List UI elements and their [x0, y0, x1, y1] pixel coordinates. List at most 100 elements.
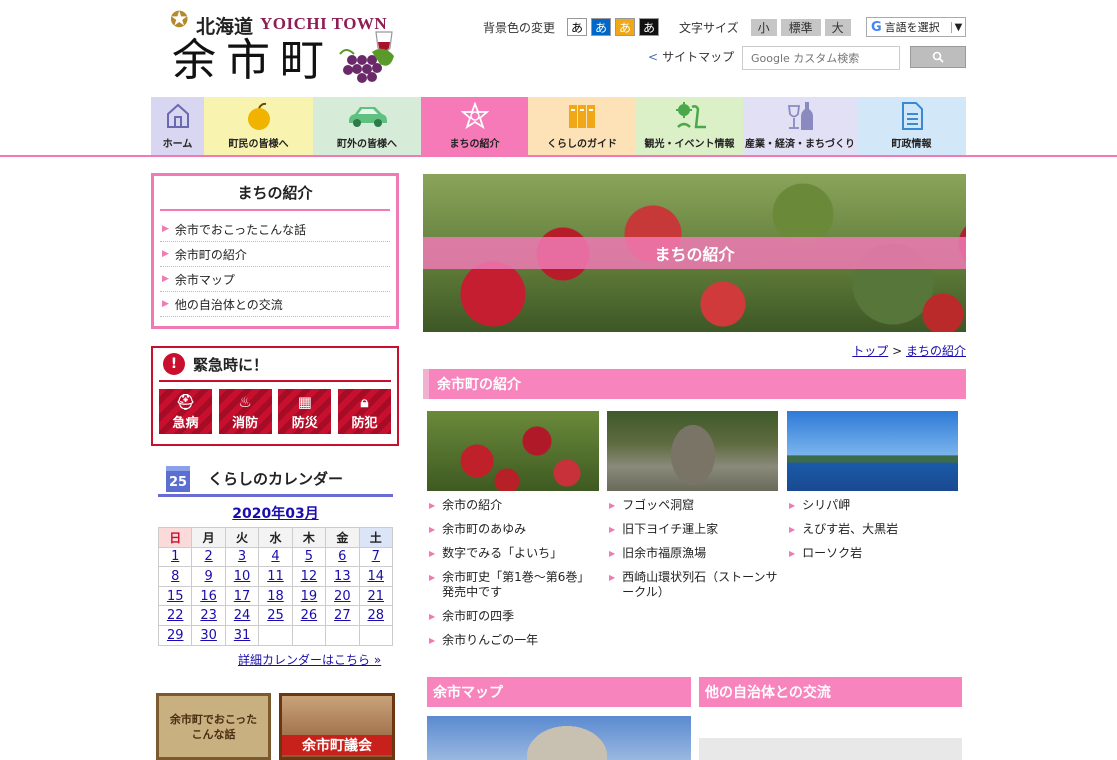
site-logo[interactable]: ✪ 北海道 YOICHI TOWN 余市町	[168, 8, 404, 88]
calendar-detail-link[interactable]: 詳細カレンダーはこちら »	[238, 651, 381, 668]
calendar-day[interactable]: 4	[258, 546, 293, 568]
cape-photo[interactable]	[787, 411, 958, 491]
calendar-day[interactable]: 20	[325, 585, 360, 607]
calendar-day-link[interactable]: 2	[204, 549, 212, 564]
emergency-disaster-button[interactable]: ▦ 防災	[278, 389, 332, 434]
intro-link[interactable]: ▶ ローソク岩	[789, 546, 959, 561]
calendar-day-link[interactable]: 16	[200, 589, 217, 604]
calendar-day[interactable]: 10	[224, 566, 260, 587]
calendar-day[interactable]: 6	[325, 546, 360, 568]
calendar-day-link[interactable]: 4	[271, 549, 279, 564]
calendar-day[interactable]: 23	[191, 605, 226, 626]
intro-link[interactable]: ▶ 西崎山環状列石（ストーンサークル）	[609, 570, 779, 600]
calendar-day-link[interactable]: 19	[301, 589, 318, 604]
calendar-day-link[interactable]: 15	[167, 589, 184, 604]
calendar-day[interactable]: 28	[358, 605, 394, 626]
calendar-day-link[interactable]: 30	[200, 628, 217, 643]
calendar-day-link[interactable]: 27	[334, 608, 351, 623]
search-button[interactable]	[910, 46, 966, 68]
bg-black-button[interactable]: あ	[639, 18, 660, 36]
calendar-day[interactable]: 14	[358, 566, 394, 587]
font-standard-button[interactable]: 標準	[780, 18, 821, 36]
calendar-day-link[interactable]: 5	[305, 549, 313, 564]
emergency-fire-button[interactable]: ♨ 消防	[218, 389, 272, 434]
calendar-day[interactable]: 16	[191, 585, 226, 607]
map-photo[interactable]	[427, 716, 691, 760]
calendar-day-link[interactable]: 1	[171, 549, 179, 564]
calendar-day[interactable]: 26	[291, 605, 327, 626]
calendar-day[interactable]: 21	[358, 585, 394, 607]
intro-link[interactable]: ▶ シリパ岬	[789, 498, 959, 513]
local-nav-item[interactable]: ▶ 他の自治体との交流	[160, 292, 390, 317]
calendar-day-link[interactable]: 12	[301, 569, 318, 584]
calendar-day[interactable]: 15	[157, 585, 193, 607]
local-nav-item[interactable]: ▶ 余市でおこったこんな話	[160, 217, 390, 242]
stone-photo[interactable]	[607, 411, 778, 491]
intro-link[interactable]: ▶ 旧下ヨイチ運上家	[609, 522, 779, 537]
calendar-day-link[interactable]: 3	[238, 549, 246, 564]
font-small-button[interactable]: 小	[750, 18, 777, 36]
calendar-day-link[interactable]: 17	[234, 589, 251, 604]
calendar-day-link[interactable]: 24	[234, 608, 251, 623]
calendar-day[interactable]: 7	[358, 546, 394, 568]
calendar-day-link[interactable]: 7	[372, 549, 380, 564]
nav-town-intro[interactable]: まちの紹介	[421, 97, 528, 155]
local-nav-item[interactable]: ▶ 余市町の紹介	[160, 242, 390, 267]
exchange-photo[interactable]	[699, 716, 962, 760]
bg-white-button[interactable]: あ	[567, 18, 588, 36]
calendar-day-link[interactable]: 10	[234, 569, 251, 584]
calendar-day[interactable]: 13	[325, 566, 360, 587]
calendar-day[interactable]: 12	[291, 566, 327, 587]
calendar-day[interactable]: 1	[157, 546, 193, 568]
calendar-day[interactable]: 29	[157, 624, 193, 646]
calendar-day[interactable]: 17	[224, 585, 260, 607]
calendar-day[interactable]: 25	[258, 605, 293, 626]
intro-link[interactable]: ▶ 余市りんごの一年	[429, 633, 599, 648]
calendar-day-link[interactable]: 31	[234, 628, 251, 643]
story-banner[interactable]: 余市町でおこった こんな話	[156, 693, 271, 760]
calendar-day[interactable]: 30	[191, 624, 226, 646]
calendar-day[interactable]: 31	[224, 624, 260, 646]
nav-industry[interactable]: 産業・経済・まちづくり	[743, 97, 857, 155]
calendar-day-link[interactable]: 13	[334, 569, 351, 584]
nav-home[interactable]: ホーム	[151, 97, 204, 155]
calendar-day[interactable]: 22	[157, 605, 193, 626]
calendar-day[interactable]: 5	[291, 546, 327, 568]
bg-yellow-button[interactable]: あ	[615, 18, 636, 36]
calendar-day-link[interactable]: 23	[200, 608, 217, 623]
calendar-day-link[interactable]: 11	[267, 569, 284, 584]
intro-link[interactable]: ▶ 余市の紹介	[429, 498, 599, 513]
apple-photo[interactable]	[427, 411, 599, 491]
calendar-day[interactable]: 9	[191, 566, 226, 587]
intro-link[interactable]: ▶ 余市町の四季	[429, 609, 599, 624]
nav-residents[interactable]: 町民の皆様へ	[204, 97, 313, 155]
intro-link[interactable]: ▶ えびす岩、大黒岩	[789, 522, 959, 537]
calendar-day-link[interactable]: 26	[301, 608, 318, 623]
calendar-day-link[interactable]: 20	[334, 589, 351, 604]
calendar-day-link[interactable]: 18	[267, 589, 284, 604]
language-select[interactable]: G 言語を選択 ▼	[866, 17, 966, 37]
calendar-month-link[interactable]: 2020年03月	[232, 506, 318, 522]
calendar-day[interactable]: 18	[258, 585, 293, 607]
calendar-day-link[interactable]: 25	[267, 608, 284, 623]
breadcrumb-top-link[interactable]: トップ	[852, 344, 888, 358]
calendar-day-link[interactable]: 8	[171, 569, 179, 584]
council-banner[interactable]: 余市町議会	[279, 693, 395, 760]
nav-sightseeing[interactable]: 観光・イベント情報	[636, 97, 743, 155]
calendar-day-link[interactable]: 6	[338, 549, 346, 564]
calendar-day[interactable]: 3	[224, 546, 260, 568]
font-large-button[interactable]: 大	[824, 18, 851, 36]
calendar-day-link[interactable]: 21	[367, 589, 384, 604]
nav-visitors[interactable]: 町外の皆様へ	[313, 97, 421, 155]
calendar-day[interactable]: 27	[325, 605, 360, 626]
search-input[interactable]	[742, 46, 900, 70]
emergency-medical-button[interactable]: ⛑ 急病	[159, 389, 212, 434]
calendar-day-link[interactable]: 22	[167, 608, 184, 623]
intro-link[interactable]: ▶ 余市町史「第1巻〜第6巻」発売中です	[429, 570, 599, 600]
sitemap-link[interactable]: < サイトマップ	[648, 48, 734, 65]
intro-link[interactable]: ▶ 数字でみる「よいち」	[429, 546, 599, 561]
calendar-day[interactable]: 19	[291, 585, 327, 607]
bg-blue-button[interactable]: あ	[591, 18, 612, 36]
calendar-day[interactable]: 11	[258, 566, 293, 587]
calendar-day[interactable]: 8	[157, 566, 193, 587]
